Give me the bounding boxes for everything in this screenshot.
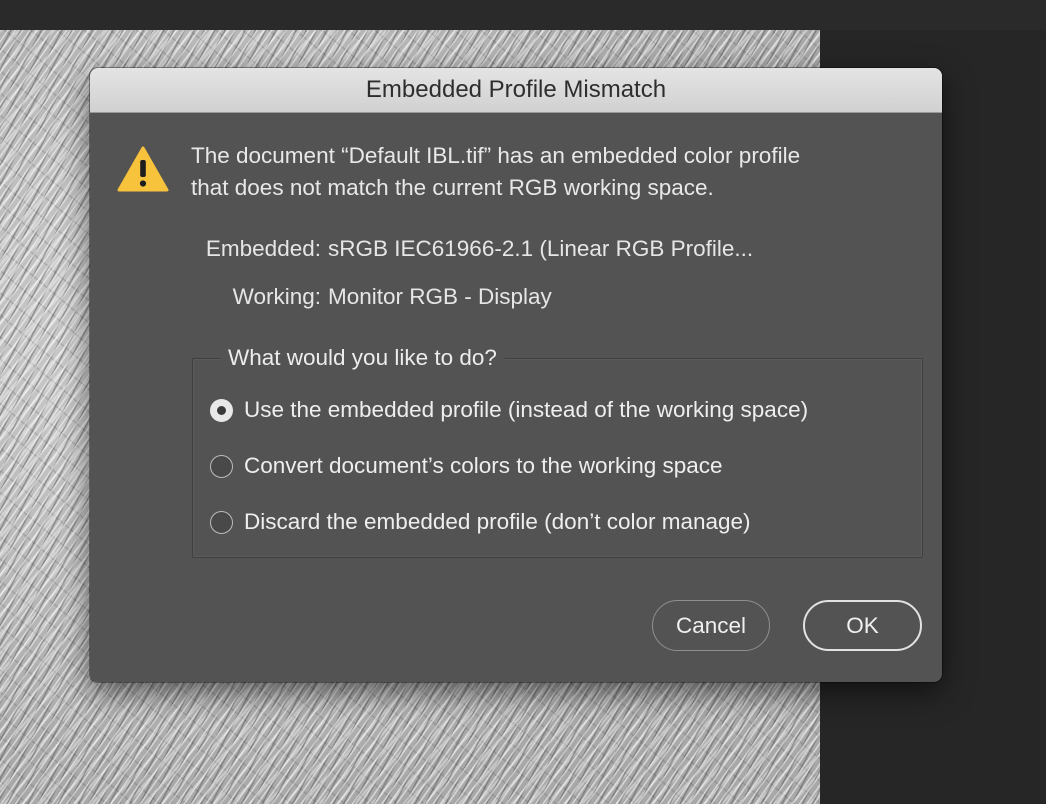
option-convert-to-working-space[interactable]: Convert document’s colors to the working… [210,450,723,482]
embedded-value: sRGB IEC61966-2.1 (Linear RGB Profile... [328,236,754,261]
option-label: Use the embedded profile (instead of the… [244,397,809,422]
profile-mismatch-dialog: Embedded Profile Mismatch The document “… [90,68,942,682]
working-label: Working: [232,284,321,309]
option-label: Discard the embedded profile (don’t colo… [244,509,751,534]
radio-button[interactable] [210,510,233,534]
action-group-title: What would you like to do? [220,345,505,371]
message-line-1: The document “Default IBL.tif” has an em… [191,143,801,168]
ok-button[interactable]: OK [803,600,922,651]
dialog-titlebar: Embedded Profile Mismatch [90,68,942,113]
radio-button-selected[interactable] [210,398,233,422]
warning-triangle-icon [117,146,169,192]
option-use-embedded-profile[interactable]: Use the embedded profile (instead of the… [210,394,808,426]
dialog-message: The document “Default IBL.tif” has an em… [191,140,911,204]
embedded-label: Embedded: [205,236,321,261]
cancel-button[interactable]: Cancel [652,600,770,651]
option-label: Convert document’s colors to the working… [244,453,723,478]
dialog-title: Embedded Profile Mismatch [365,76,667,103]
app-top-strip [0,0,1046,30]
message-line-2: that does not match the current RGB work… [191,175,714,200]
option-discard-embedded-profile[interactable]: Discard the embedded profile (don’t colo… [210,506,751,538]
working-value: Monitor RGB - Display [328,284,552,309]
radio-button[interactable] [210,454,233,478]
